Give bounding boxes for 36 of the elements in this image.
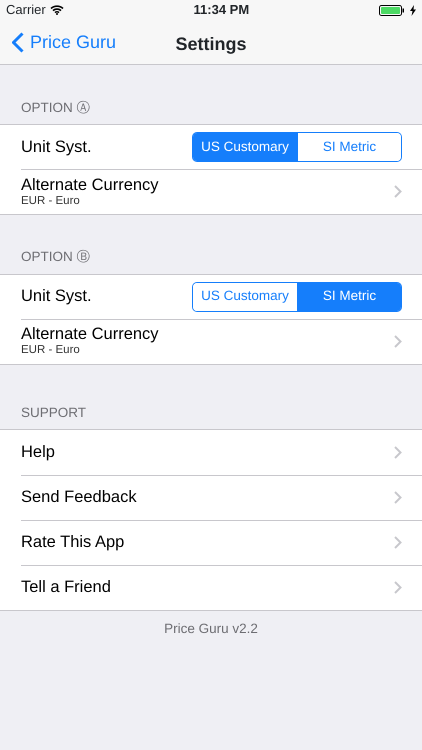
row-detail: EUR - Euro (21, 194, 81, 208)
row-label: Unit Syst. (21, 286, 92, 308)
back-button[interactable]: Price Guru (0, 28, 116, 56)
wifi-icon (50, 5, 64, 15)
status-time: 11:34 PM (194, 1, 250, 20)
row-detail: EUR - Euro (21, 344, 81, 358)
settings-row[interactable]: Send Feedback (0, 474, 422, 520)
chevron-icon (394, 580, 402, 594)
chevron-icon (394, 490, 402, 504)
section-header: OPTION Ⓐ (20, 99, 92, 117)
settings-row[interactable]: Help (0, 430, 422, 475)
segment-option[interactable]: SI Metric (297, 133, 401, 162)
battery-icon (378, 4, 406, 16)
version-text: Price Guru v2.2 (163, 620, 259, 638)
settings-row[interactable]: Alternate Currency EUR - Euro (0, 169, 422, 214)
segment-option[interactable]: US Customary (193, 133, 297, 162)
segment-option[interactable]: SI Metric (297, 282, 401, 310)
screen-title: Settings (175, 33, 246, 56)
section-header: SUPPORT (20, 404, 88, 422)
settings-row[interactable]: Alternate Currency EUR - Euro (0, 318, 422, 364)
settings-row[interactable]: Tell a Friend (0, 564, 422, 610)
section-header: OPTION Ⓑ (20, 248, 92, 266)
chevron-icon (394, 536, 402, 549)
row-label: Help (21, 442, 55, 463)
carrier-name: Carrier (6, 1, 46, 20)
row-label: Rate This App (21, 532, 124, 553)
chevron-icon (394, 185, 402, 198)
chevron-icon (394, 334, 402, 348)
row-label: Send Feedback (21, 486, 137, 508)
row-label: Alternate Currency (21, 324, 159, 344)
row-label: Tell a Friend (21, 576, 111, 598)
chevron-icon (394, 446, 402, 459)
row-label: Alternate Currency (21, 176, 159, 195)
row-label: Unit Syst. (21, 136, 92, 158)
back-icon (12, 32, 24, 52)
settings-row[interactable]: Rate This App (0, 520, 422, 565)
